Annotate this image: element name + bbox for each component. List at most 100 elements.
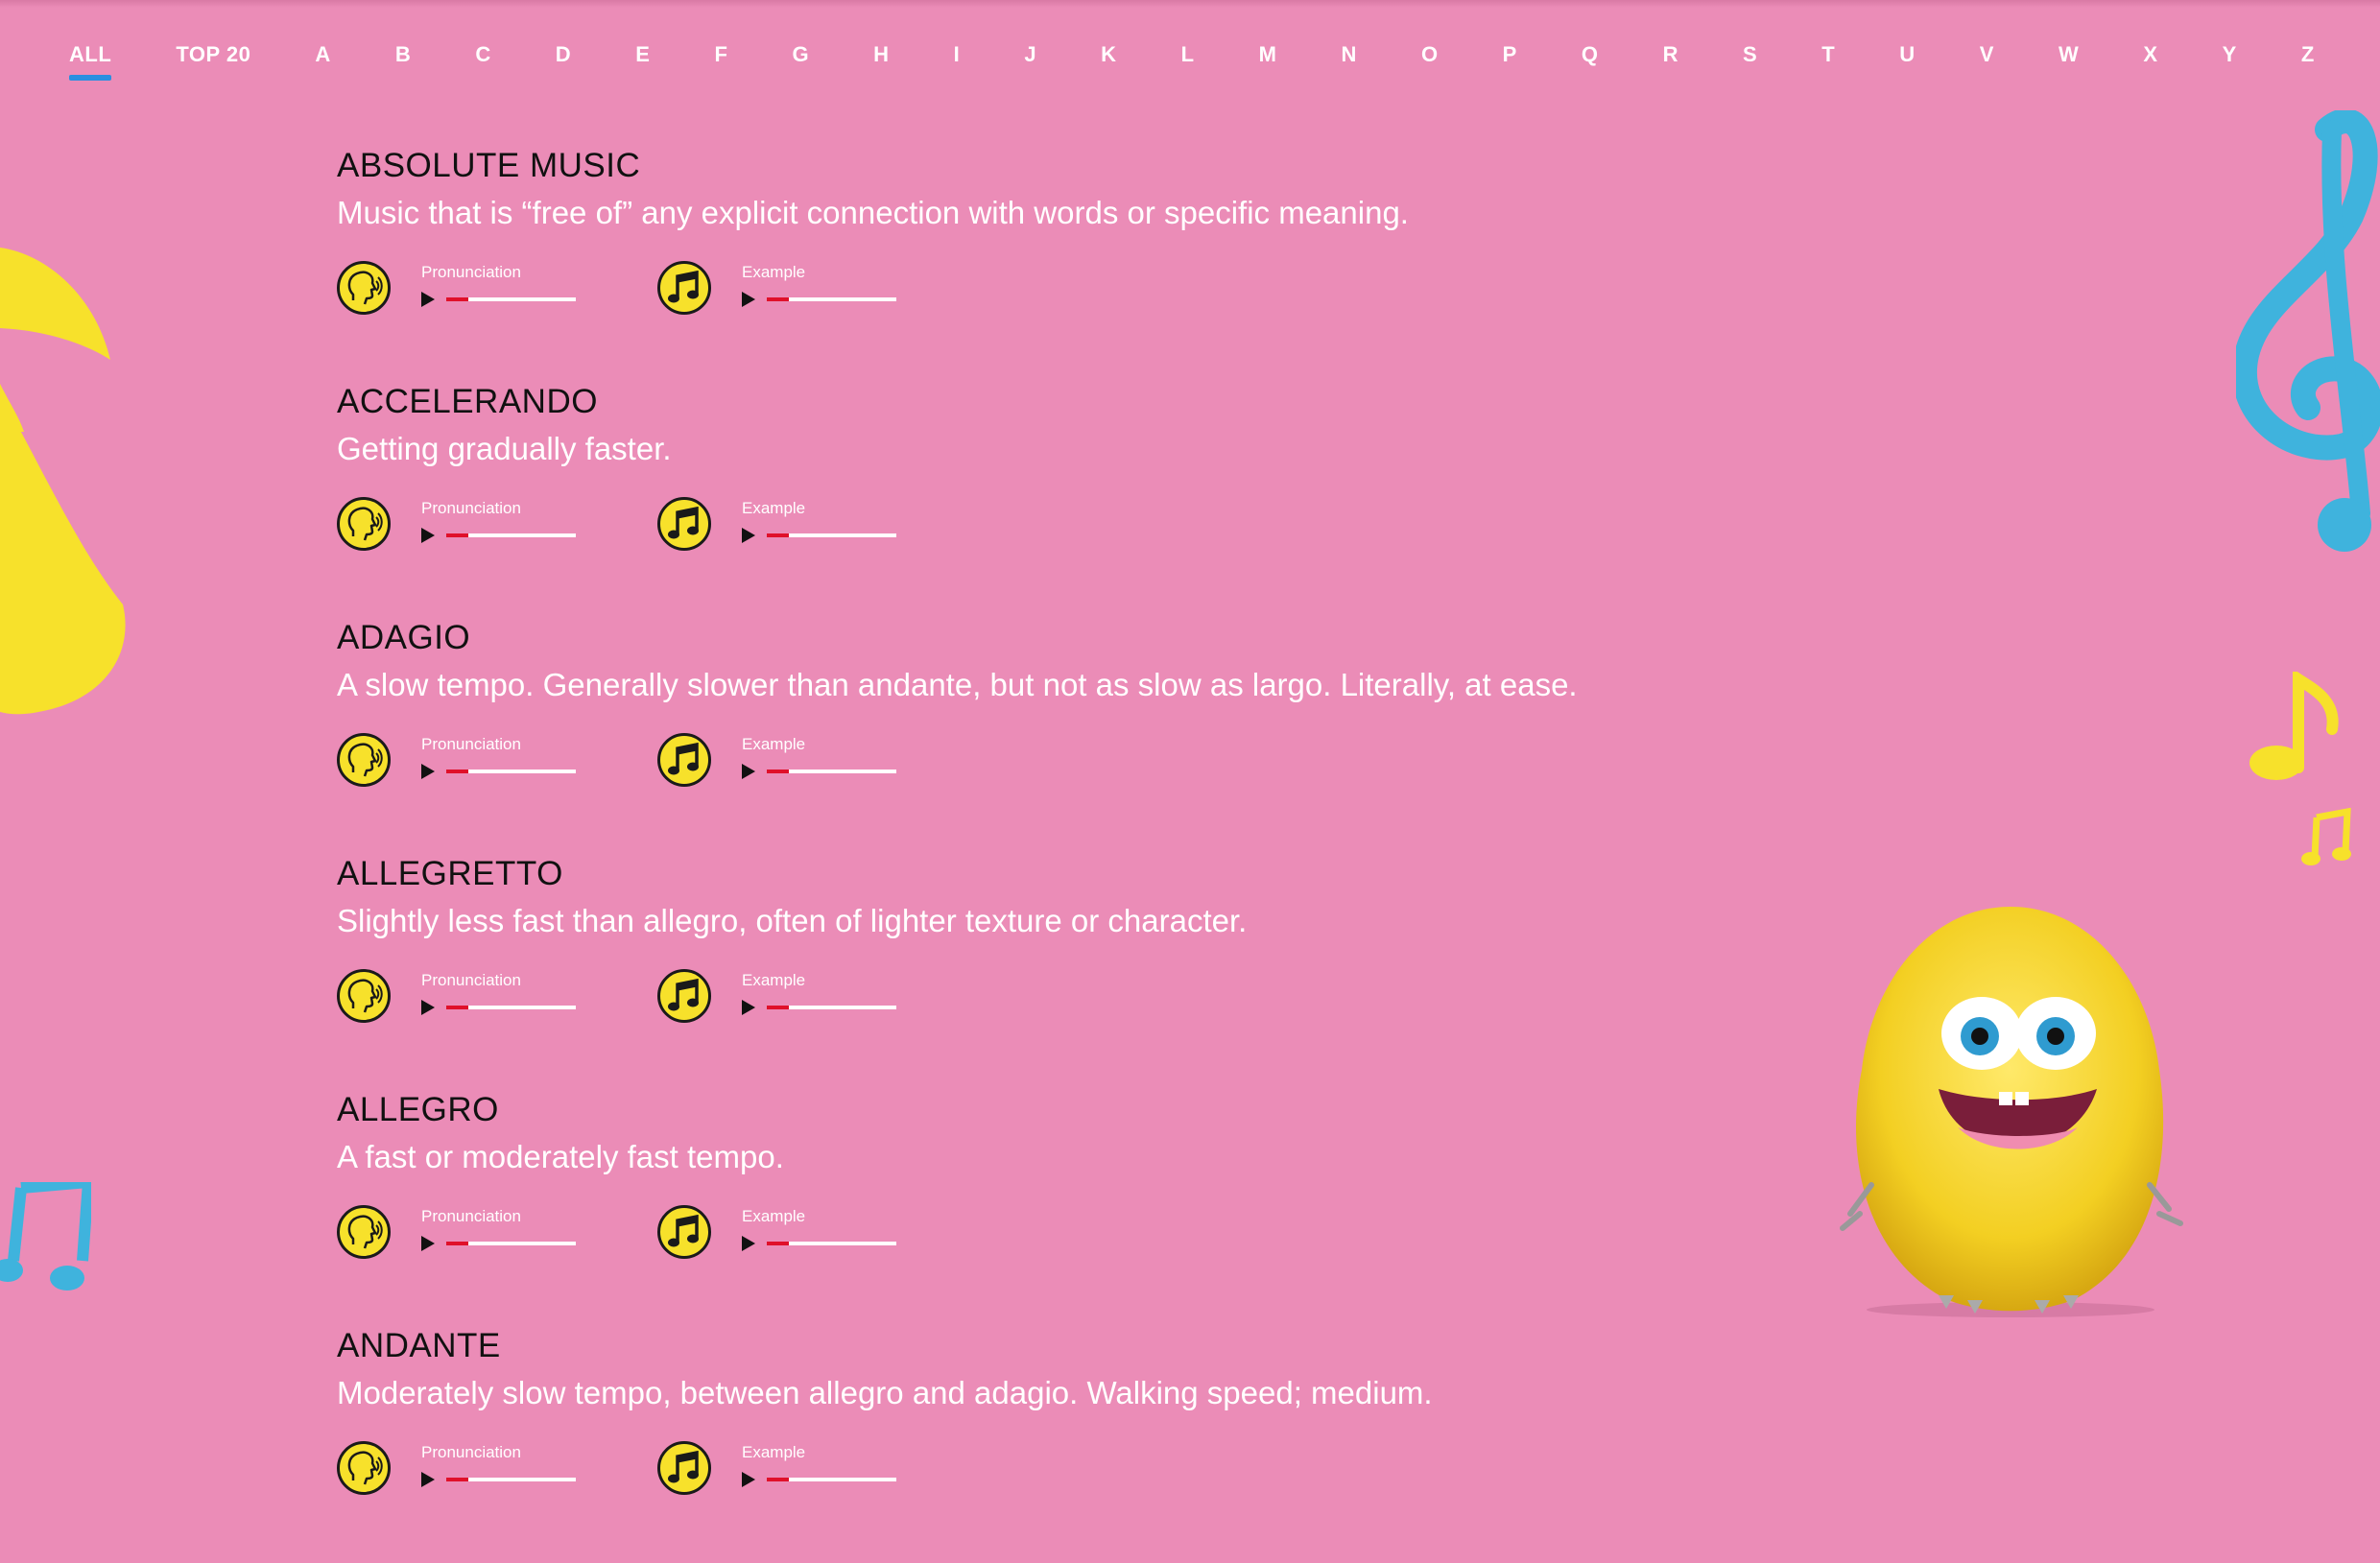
example-label: Example xyxy=(742,1207,806,1225)
play-icon[interactable] xyxy=(742,1000,755,1015)
nav-item-k[interactable]: K xyxy=(1101,42,1116,81)
play-icon[interactable] xyxy=(421,1236,435,1251)
example-player: Example xyxy=(657,733,978,787)
pronunciation-label: Pronunciation xyxy=(421,263,521,281)
example-progress-fill xyxy=(767,770,789,773)
nav-item-l[interactable]: L xyxy=(1181,42,1195,81)
nav-item-z[interactable]: Z xyxy=(2301,42,2315,81)
play-icon[interactable] xyxy=(421,1472,435,1487)
music-note-icon[interactable] xyxy=(657,733,711,787)
pronunciation-player: Pronunciation xyxy=(337,733,657,787)
nav-item-b[interactable]: B xyxy=(395,42,411,81)
pronunciation-progress-fill xyxy=(446,533,468,537)
nav-item-x[interactable]: X xyxy=(2143,42,2157,81)
pronunciation-progress-bar[interactable] xyxy=(446,1006,576,1009)
music-note-icon[interactable] xyxy=(657,261,711,315)
music-note-icon[interactable] xyxy=(657,497,711,551)
nav-item-all[interactable]: ALL xyxy=(69,42,112,81)
speaking-head-icon[interactable] xyxy=(337,1441,391,1495)
nav-item-h[interactable]: H xyxy=(873,42,889,81)
pronunciation-progress-bar[interactable] xyxy=(446,533,576,537)
term-definition: A fast or moderately fast tempo. xyxy=(337,1139,784,1174)
example-progress-bar[interactable] xyxy=(767,533,896,537)
play-icon[interactable] xyxy=(421,764,435,779)
nav-item-v[interactable]: V xyxy=(1980,42,1994,81)
example-progress-bar[interactable] xyxy=(767,770,896,773)
example-progress-fill xyxy=(767,297,789,301)
glossary-entry: ALLEGRO A fast or moderately fast tempo. P… xyxy=(337,1091,1776,1327)
example-progress-bar[interactable] xyxy=(767,1242,896,1245)
nav-item-n[interactable]: N xyxy=(1341,42,1356,81)
term-definition: Moderately slow tempo, between allegro a… xyxy=(337,1375,1433,1410)
nav-item-e[interactable]: E xyxy=(635,42,650,81)
nav-item-a[interactable]: A xyxy=(315,42,330,81)
nav-item-top-20[interactable]: TOP 20 xyxy=(176,42,250,81)
audio-players: Pronunciation Example xyxy=(337,1441,978,1495)
example-progress-bar[interactable] xyxy=(767,1006,896,1009)
term-definition: A slow tempo. Generally slower than anda… xyxy=(337,667,1578,702)
pronunciation-progress-fill xyxy=(446,1006,468,1009)
example-controls: Example xyxy=(742,1207,896,1251)
example-progress-fill xyxy=(767,1478,789,1481)
example-controls: Example xyxy=(742,735,896,779)
glossary-entry: ADAGIO A slow tempo. Generally slower tha… xyxy=(337,619,1776,855)
term-definition: Music that is “free of” any explicit con… xyxy=(337,195,1409,230)
speaking-head-icon[interactable] xyxy=(337,969,391,1023)
alphabet-nav: ALL TOP 20 A B C D E F G H I J K L M N O P Q R S T U V W X Y Z xyxy=(69,42,2315,90)
music-note-icon[interactable] xyxy=(657,1441,711,1495)
nav-item-i[interactable]: I xyxy=(954,42,961,81)
pronunciation-label: Pronunciation xyxy=(421,735,521,753)
play-icon[interactable] xyxy=(421,528,435,543)
term-title: ALLEGRO xyxy=(337,1091,499,1128)
nav-item-g[interactable]: G xyxy=(792,42,809,81)
term-title: ACCELERANDO xyxy=(337,383,598,420)
term-title: ABSOLUTE MUSIC xyxy=(337,147,641,184)
example-progress-bar[interactable] xyxy=(767,297,896,301)
speaking-head-icon[interactable] xyxy=(337,733,391,787)
play-icon[interactable] xyxy=(742,292,755,307)
play-icon[interactable] xyxy=(742,1472,755,1487)
nav-item-m[interactable]: M xyxy=(1259,42,1277,81)
pronunciation-progress-bar[interactable] xyxy=(446,1242,576,1245)
example-controls: Example xyxy=(742,263,896,307)
nav-item-o[interactable]: O xyxy=(1421,42,1439,81)
play-icon[interactable] xyxy=(742,1236,755,1251)
example-controls: Example xyxy=(742,971,896,1015)
nav-item-c[interactable]: C xyxy=(475,42,490,81)
nav-item-w[interactable]: W xyxy=(2059,42,2079,81)
play-icon[interactable] xyxy=(421,1000,435,1015)
nav-item-q[interactable]: Q xyxy=(1582,42,1599,81)
nav-item-j[interactable]: J xyxy=(1024,42,1036,81)
nav-item-t[interactable]: T xyxy=(1821,42,1835,81)
speaking-head-icon[interactable] xyxy=(337,497,391,551)
yellow-note-decoration-left xyxy=(0,248,126,715)
nav-item-s[interactable]: S xyxy=(1743,42,1757,81)
treble-clef-decoration xyxy=(2236,110,2380,552)
speaking-head-icon[interactable] xyxy=(337,261,391,315)
example-controls: Example xyxy=(742,1443,896,1487)
pronunciation-player: Pronunciation xyxy=(337,1205,657,1259)
play-icon[interactable] xyxy=(742,528,755,543)
pronunciation-player: Pronunciation xyxy=(337,261,657,315)
pronunciation-progress-bar[interactable] xyxy=(446,1478,576,1481)
example-progress-bar[interactable] xyxy=(767,1478,896,1481)
nav-item-d[interactable]: D xyxy=(556,42,571,81)
glossary-entry: ACCELERANDO Getting gradually faster. Pron… xyxy=(337,383,1776,619)
example-player: Example xyxy=(657,969,978,1023)
nav-item-r[interactable]: R xyxy=(1663,42,1678,81)
music-note-icon[interactable] xyxy=(657,969,711,1023)
music-note-icon[interactable] xyxy=(657,1205,711,1259)
speaking-head-icon[interactable] xyxy=(337,1205,391,1259)
blue-double-note-decoration-left xyxy=(0,1182,91,1291)
pronunciation-progress-fill xyxy=(446,1478,468,1481)
nav-item-u[interactable]: U xyxy=(1899,42,1915,81)
nav-item-y[interactable]: Y xyxy=(2223,42,2237,81)
nav-item-f[interactable]: F xyxy=(714,42,727,81)
play-icon[interactable] xyxy=(421,292,435,307)
pronunciation-player: Pronunciation xyxy=(337,1441,657,1495)
play-icon[interactable] xyxy=(742,764,755,779)
nav-item-p[interactable]: P xyxy=(1503,42,1517,81)
pronunciation-progress-bar[interactable] xyxy=(446,770,576,773)
example-progress-fill xyxy=(767,1006,789,1009)
pronunciation-progress-bar[interactable] xyxy=(446,297,576,301)
